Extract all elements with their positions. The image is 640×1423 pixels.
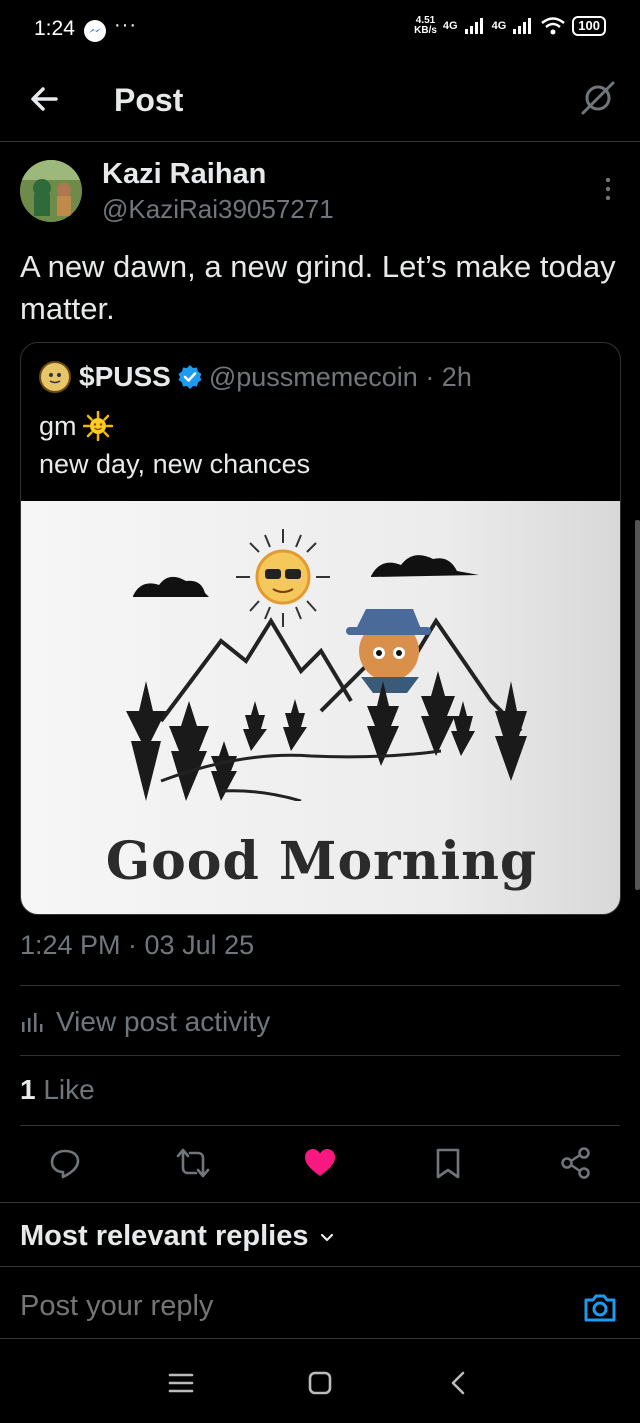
- divider: [0, 1202, 640, 1203]
- signal-icon-2: [513, 18, 532, 34]
- post-timestamp: 1:24 PM · 03 Jul 25: [20, 930, 255, 960]
- quoted-text: gm new day, new chances: [39, 407, 310, 483]
- reply-icon: [50, 1149, 80, 1179]
- bookmark-button[interactable]: [431, 1146, 465, 1180]
- divider: [20, 985, 620, 986]
- status-indicators: 4.51 KB/s 4G 4G 100: [414, 16, 606, 36]
- chevron-left-icon: [451, 1371, 465, 1395]
- author-handle[interactable]: @KaziRai39057271: [102, 194, 334, 225]
- quoted-line-2: new day, new chances: [39, 449, 311, 479]
- avatar[interactable]: [20, 160, 82, 222]
- signal-icon: [464, 18, 483, 34]
- sun-emoji-icon: [82, 411, 113, 441]
- author-name[interactable]: Kazi Raihan: [102, 158, 266, 191]
- home-button[interactable]: [305, 1368, 335, 1398]
- camera-button[interactable]: [582, 1290, 618, 1326]
- post-text: A new dawn, a new grind. Let’s make toda…: [20, 249, 616, 326]
- quoted-post-header: $PUSS @pussmemecoin · 2h: [39, 361, 472, 393]
- network-type-2: 4G: [491, 20, 507, 32]
- wifi-icon: [541, 17, 566, 35]
- repost-icon: [176, 1148, 210, 1178]
- menu-icon: [168, 1373, 194, 1393]
- verified-badge-icon: [178, 365, 202, 389]
- like-button[interactable]: [303, 1146, 337, 1180]
- bookmark-icon: [436, 1148, 460, 1179]
- quoted-image[interactable]: Good Morning: [21, 501, 620, 914]
- view-post-activity-link[interactable]: View post activity: [20, 1002, 270, 1042]
- image-caption: Good Morning: [105, 831, 538, 892]
- share-button[interactable]: [559, 1146, 593, 1180]
- divider: [0, 1266, 640, 1267]
- battery-indicator: 100: [572, 16, 606, 36]
- more-vertical-icon: [605, 177, 611, 201]
- status-more-dots: ···: [114, 14, 137, 36]
- network-type-1: 4G: [442, 20, 458, 32]
- reply-button[interactable]: [48, 1146, 82, 1180]
- divider: [20, 1055, 620, 1056]
- likes-number: 1: [20, 1074, 36, 1105]
- back-nav-button[interactable]: [444, 1368, 474, 1398]
- status-bar: 1:24 ··· 4.51 KB/s 4G 4G 100: [0, 0, 640, 60]
- camera-icon: [584, 1294, 616, 1322]
- bar-chart-icon: [22, 1013, 43, 1032]
- likes-count[interactable]: 1 Like: [20, 1074, 95, 1106]
- view-post-activity-label: View post activity: [56, 1006, 271, 1037]
- repost-button[interactable]: [176, 1146, 210, 1180]
- reply-input[interactable]: [20, 1290, 560, 1323]
- net-speed: 4.51 KB/s: [414, 15, 437, 36]
- more-options-button[interactable]: [598, 174, 618, 204]
- good-morning-illustration: [126, 529, 527, 803]
- likes-label: Like: [43, 1074, 95, 1105]
- post-action-bar: [0, 1142, 640, 1188]
- recents-button[interactable]: [166, 1368, 196, 1398]
- messenger-icon: [84, 20, 106, 42]
- quoted-handle-time: @pussmemecoin · 2h: [208, 361, 472, 392]
- replies-sort-dropdown[interactable]: Most relevant replies: [20, 1220, 335, 1253]
- status-time: 1:24: [34, 17, 75, 40]
- quoted-post[interactable]: $PUSS @pussmemecoin · 2h gm new day, new…: [20, 342, 621, 915]
- heart-icon: [305, 1149, 335, 1176]
- grok-button[interactable]: [580, 80, 616, 116]
- post-header: Post: [0, 62, 640, 142]
- grok-icon: [581, 81, 615, 115]
- scrollbar[interactable]: [635, 520, 640, 890]
- arrow-left-icon: [31, 87, 58, 111]
- replies-sort-label: Most relevant replies: [20, 1220, 309, 1252]
- chevron-down-icon: [320, 1233, 333, 1241]
- quoted-line-1: gm: [39, 411, 77, 441]
- post-author: Kazi Raihan @KaziRai39057271: [20, 158, 620, 228]
- divider: [20, 1125, 620, 1126]
- back-button[interactable]: [28, 82, 62, 116]
- home-square-icon: [308, 1371, 332, 1395]
- divider: [0, 1338, 640, 1339]
- quoted-author-name: $PUSS: [79, 361, 171, 392]
- quoted-avatar: [39, 361, 71, 393]
- system-navigation-bar: [0, 1340, 640, 1423]
- share-icon: [561, 1147, 590, 1179]
- page-title: Post: [114, 82, 184, 118]
